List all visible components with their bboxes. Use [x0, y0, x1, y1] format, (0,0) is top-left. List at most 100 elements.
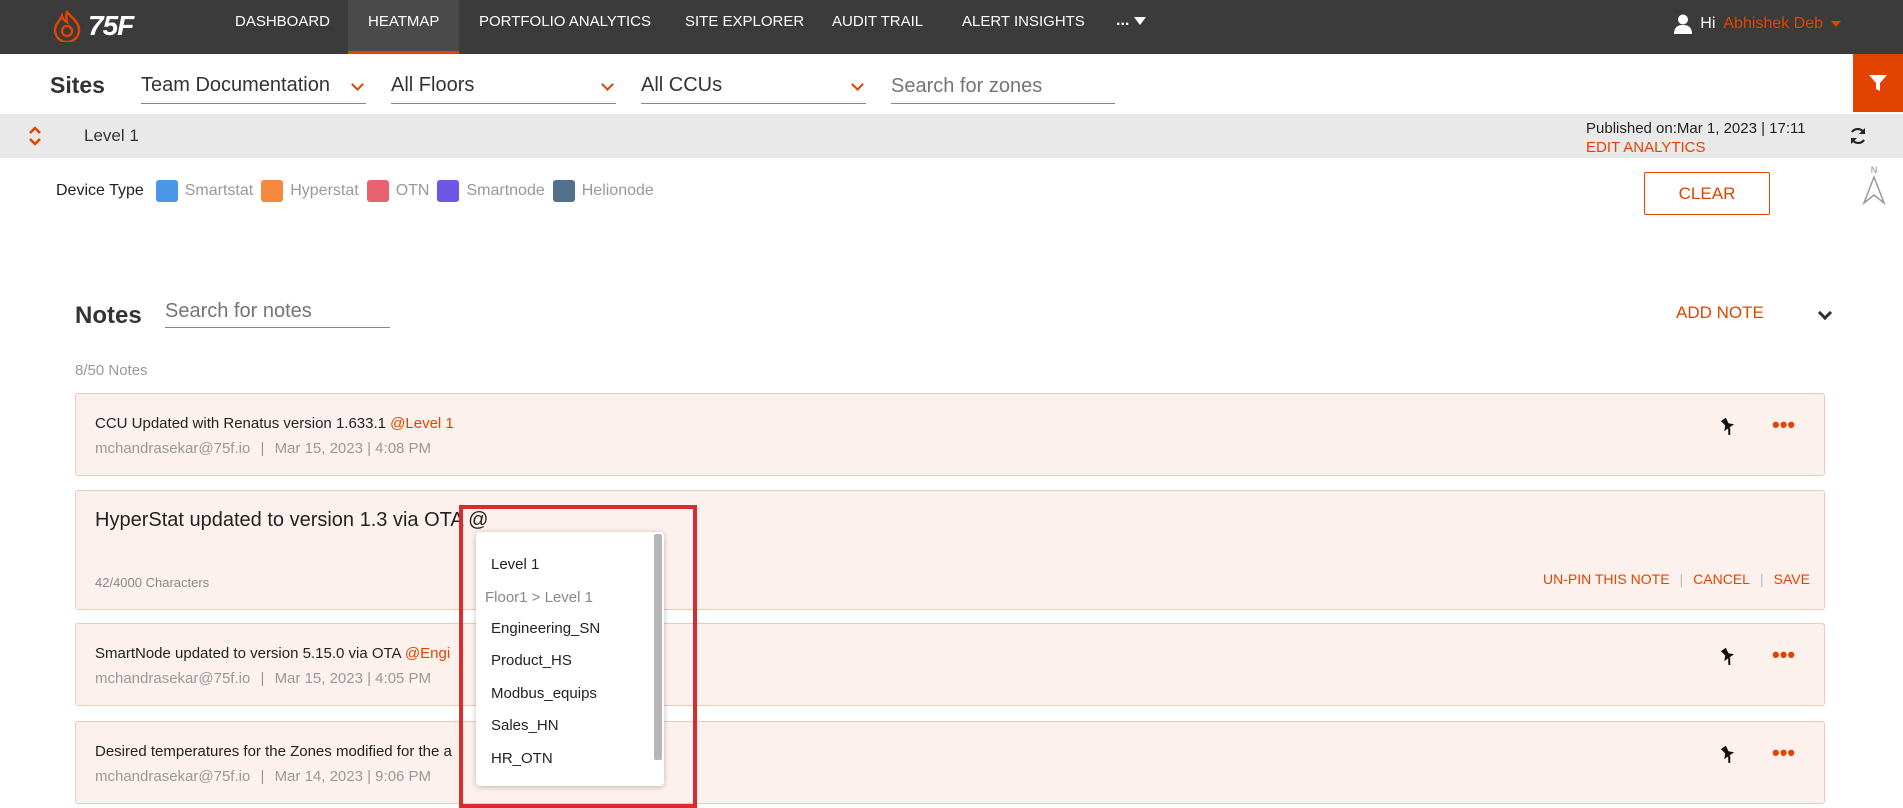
mention-option[interactable]: Level 1	[491, 556, 539, 573]
site-select[interactable]: Team Documentation	[141, 70, 366, 104]
ccu-select[interactable]: All CCUs	[641, 70, 866, 104]
mention-option[interactable]: Engineering_SN	[491, 620, 600, 637]
floor-select[interactable]: All Floors	[391, 70, 616, 104]
user-caret-down-icon	[1831, 21, 1841, 27]
note-body: SmartNode updated to version 5.15.0 via …	[95, 645, 405, 662]
collapse-notes-chevron-icon[interactable]	[1817, 305, 1833, 321]
character-count: 42/4000 Characters	[95, 575, 210, 590]
meta-separator: |	[260, 440, 265, 457]
pin-icon[interactable]	[1718, 416, 1738, 436]
zone-search-input[interactable]	[891, 70, 1115, 104]
north-arrow-icon	[1862, 174, 1886, 206]
flame-logo-icon	[53, 10, 81, 42]
note-body: CCU Updated with Renatus version 1.633.1	[95, 415, 391, 432]
clear-button[interactable]: CLEAR	[1644, 172, 1770, 215]
nav-portfolio-analytics[interactable]: PORTFOLIO ANALYTICS	[479, 0, 651, 54]
greeting-text: Hi	[1700, 15, 1716, 32]
mention-option[interactable]: HR_OTN	[491, 750, 553, 767]
user-menu[interactable]: Hi Abhishek Deb	[1674, 14, 1841, 34]
legend-otn: OTN	[366, 180, 429, 202]
mention-option[interactable]: Product_HS	[491, 652, 572, 669]
unpin-note-button[interactable]: UN-PIN THIS NOTE	[1543, 571, 1670, 587]
north-label: N	[1870, 165, 1878, 175]
level-bar: Level 1 Published on:Mar 1, 2023 | 17:11…	[0, 114, 1903, 158]
floor-select-value: All Floors	[391, 74, 475, 96]
legend-smartstat: Smartstat	[155, 180, 254, 202]
legend-hyperstat: Hyperstat	[261, 180, 359, 202]
brand-name: 75F	[88, 10, 134, 41]
meta-separator: |	[260, 768, 265, 785]
more-options-icon[interactable]: •••	[1772, 412, 1795, 438]
legend-label: Hyperstat	[290, 182, 359, 199]
note-meta: mchandrasekar@75f.io | Mar 15, 2023 | 4:…	[95, 440, 431, 457]
nav-audit-trail[interactable]: AUDIT TRAIL	[832, 0, 923, 54]
note-text: CCU Updated with Renatus version 1.633.1…	[95, 415, 454, 432]
legend-smartnode: Smartnode	[437, 180, 545, 202]
filter-funnel-icon	[1869, 75, 1887, 91]
mention-option[interactable]: Sales_HN	[491, 717, 559, 734]
level-name: Level 1	[84, 126, 139, 145]
note-date: Mar 15, 2023 | 4:08 PM	[274, 440, 432, 457]
chevron-down-icon	[601, 78, 614, 91]
dropdown-scrollbar[interactable]	[654, 534, 662, 760]
note-date: Mar 14, 2023 | 9:06 PM	[274, 768, 432, 785]
note-date: Mar 15, 2023 | 4:05 PM	[274, 670, 432, 687]
note-card: CCU Updated with Renatus version 1.633.1…	[75, 393, 1825, 476]
notes-title: Notes	[75, 302, 142, 329]
filter-button[interactable]	[1853, 54, 1903, 112]
device-type-label: Device Type	[56, 182, 144, 199]
more-options-icon[interactable]: •••	[1772, 740, 1795, 766]
note-body: Desired temperatures for the Zones modif…	[95, 743, 452, 760]
edit-analytics-link[interactable]: EDIT ANALYTICS	[1586, 139, 1705, 156]
add-note-button[interactable]: ADD NOTE	[1676, 303, 1764, 323]
note-card: Desired temperatures for the Zones modif…	[75, 721, 1825, 804]
note-edit-textarea[interactable]: HyperStat updated to version 1.3 via OTA…	[95, 509, 488, 532]
note-mention[interactable]: @Level 1	[390, 415, 454, 432]
mention-option-path[interactable]: Floor1 > Level 1	[485, 589, 593, 606]
note-edit-actions: UN-PIN THIS NOTE | CANCEL | SAVE	[1543, 571, 1810, 587]
meta-separator: |	[260, 670, 265, 687]
helionode-swatch	[552, 180, 575, 202]
notes-search-input[interactable]	[165, 296, 390, 328]
cancel-button[interactable]: CANCEL	[1693, 571, 1750, 587]
sites-filter-bar: Sites Team Documentation All Floors All …	[0, 54, 1903, 114]
note-author: mchandrasekar@75f.io	[95, 670, 251, 687]
north-compass: N	[1862, 165, 1886, 210]
chevron-down-icon	[851, 78, 864, 91]
note-text: Desired temperatures for the Zones modif…	[95, 743, 452, 760]
top-navigation-bar: 75F DASHBOARD HEATMAP PORTFOLIO ANALYTIC…	[0, 0, 1903, 54]
chevron-down-icon	[351, 78, 364, 91]
mention-option[interactable]: Modbus_equips	[491, 685, 597, 702]
user-name: Abhishek Deb	[1723, 15, 1823, 32]
nav-site-explorer[interactable]: SITE EXPLORER	[685, 0, 804, 54]
ccu-select-value: All CCUs	[641, 74, 723, 96]
user-icon	[1674, 14, 1693, 34]
note-meta: mchandrasekar@75f.io | Mar 14, 2023 | 9:…	[95, 768, 431, 785]
nav-more-menu[interactable]: ...	[1116, 12, 1146, 30]
note-card: SmartNode updated to version 5.15.0 via …	[75, 623, 1825, 706]
legend-label: Smartnode	[466, 182, 545, 199]
pin-icon[interactable]	[1718, 646, 1738, 666]
brand-logo[interactable]: 75F	[52, 6, 134, 46]
nav-more-label: ...	[1116, 12, 1130, 29]
mention-suggestions-dropdown: Level 1 Floor1 > Level 1 Engineering_SN …	[476, 532, 664, 786]
nav-alert-insights[interactable]: ALERT INSIGHTS	[962, 0, 1085, 54]
more-options-icon[interactable]: •••	[1772, 642, 1795, 668]
nav-dashboard[interactable]: DASHBOARD	[235, 0, 330, 54]
otn-swatch	[366, 180, 389, 202]
refresh-icon[interactable]	[1848, 126, 1868, 146]
legend-helionode: Helionode	[552, 180, 654, 202]
smartnode-swatch	[437, 180, 460, 202]
expand-collapse-icon[interactable]	[28, 125, 42, 147]
legend-label: Helionode	[581, 182, 654, 199]
caret-down-icon	[1133, 16, 1146, 25]
save-button[interactable]: SAVE	[1774, 571, 1810, 587]
action-separator: |	[1679, 571, 1684, 587]
note-mention[interactable]: @Engi	[405, 645, 450, 662]
nav-heatmap[interactable]: HEATMAP	[348, 0, 460, 54]
note-author: mchandrasekar@75f.io	[95, 440, 251, 457]
sites-label: Sites	[50, 72, 105, 98]
published-info: Published on:Mar 1, 2023 | 17:11	[1586, 120, 1806, 137]
legend-label: Smartstat	[184, 182, 254, 199]
pin-icon[interactable]	[1718, 744, 1738, 764]
